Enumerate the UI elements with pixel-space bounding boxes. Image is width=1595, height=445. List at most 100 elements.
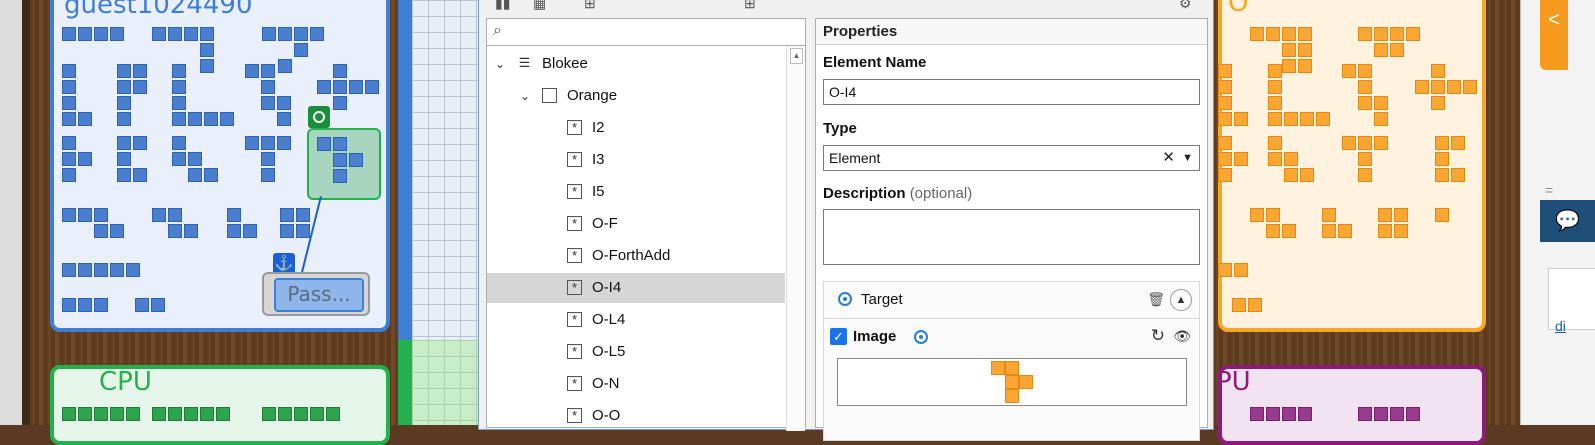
settings-icon[interactable]: ⚙	[1179, 0, 1192, 12]
type-label: Type	[823, 120, 857, 137]
tree-root-row[interactable]: ⌄ ☰ Blokee	[487, 49, 785, 79]
chat-icon[interactable]: 💬	[1540, 200, 1595, 242]
blue-piece-u[interactable]	[117, 136, 147, 182]
blue-piece-o[interactable]	[280, 208, 310, 238]
game-board-green-zone[interactable]	[412, 340, 478, 425]
home-icon[interactable]: ▮▮	[495, 0, 510, 12]
orange-piece-13	[1378, 208, 1408, 238]
image-label: Image	[853, 328, 897, 345]
search-icon: ⌕	[493, 22, 502, 39]
tree-item-label: O-O	[592, 407, 621, 424]
type-select[interactable]: Element ✕ ▼	[823, 145, 1200, 171]
image-preview	[837, 358, 1187, 406]
asterisk-icon: *	[567, 184, 582, 199]
cpu-piece-2	[152, 407, 230, 421]
preview-piece	[991, 361, 1033, 403]
collapse-up-icon[interactable]: ▲	[1170, 289, 1192, 311]
collapse-tab[interactable]: <	[1540, 0, 1568, 70]
asterisk-icon: *	[567, 408, 582, 423]
eye-icon[interactable]: 👁	[1173, 328, 1191, 345]
tree-item[interactable]: * I5	[487, 177, 785, 207]
dropdown-arrow-icon[interactable]: ▼	[1182, 146, 1193, 170]
tree-search[interactable]: ⌕	[487, 19, 805, 46]
refresh-icon[interactable]: ↻	[1151, 326, 1165, 346]
description-field[interactable]	[823, 209, 1200, 265]
asterisk-icon: *	[567, 152, 582, 167]
purple-player-panel: PU	[1216, 365, 1486, 445]
target-label: Target	[861, 291, 903, 308]
tree-item[interactable]: * O-F	[487, 209, 785, 239]
blue-piece-v[interactable]	[172, 64, 234, 126]
blue-piece-z[interactable]	[245, 64, 291, 126]
tree-item-selected[interactable]: * O-I4	[487, 273, 785, 303]
tree-item[interactable]: * O-N	[487, 369, 785, 399]
purple-player-name: PU	[1216, 367, 1251, 397]
tree-group-row[interactable]: ⌄ Orange	[487, 81, 785, 111]
tree-item[interactable]: * O-O	[487, 401, 785, 431]
tree-item[interactable]: * I3	[487, 145, 785, 175]
tree-item[interactable]: * O-L4	[487, 305, 785, 335]
blue-piece-t4[interactable]	[62, 136, 92, 182]
orange-piece-14	[1435, 208, 1449, 222]
tree-item-label: I3	[592, 151, 605, 168]
orange-piece-11	[1250, 208, 1296, 238]
optional-hint: (optional)	[909, 185, 973, 202]
tree-item-label: O-I4	[592, 279, 622, 296]
description-label-text: Description	[823, 185, 906, 202]
blue-piece-t5[interactable]	[245, 136, 291, 182]
tree-item-label: O-N	[592, 375, 620, 392]
menu-icon[interactable]: =	[1545, 182, 1553, 198]
tree-item[interactable]: * O-L5	[487, 337, 785, 367]
chevron-down-icon[interactable]: ⌄	[520, 81, 530, 111]
trash-icon[interactable]: 🗑	[1147, 291, 1165, 308]
image-target-icon[interactable]	[914, 330, 928, 344]
blue-piece-p[interactable]	[117, 64, 147, 126]
blue-piece-w[interactable]	[172, 136, 218, 182]
tree-root-label: Blokee	[542, 55, 588, 72]
target-section-header[interactable]: Target 🗑 ▲	[824, 282, 1199, 319]
tree-item[interactable]: * I2	[487, 113, 785, 143]
orange-piece-2	[1358, 27, 1420, 57]
pass-button[interactable]: Pass...	[262, 272, 370, 316]
scroll-up-arrow-icon[interactable]: ▲	[790, 48, 803, 64]
blue-piece-i3[interactable]	[62, 298, 108, 312]
side-link[interactable]: di	[1555, 318, 1566, 334]
element-name-label: Element Name	[823, 54, 927, 71]
tree-item-label: O-ForthAdd	[592, 247, 671, 264]
orange-piece-16	[1232, 298, 1262, 312]
grid-icon[interactable]: ▦	[533, 0, 546, 12]
chevron-down-icon[interactable]: ⌄	[495, 49, 505, 79]
tree-scrollbar[interactable]: ▲	[786, 46, 805, 431]
orange-piece-9	[1342, 136, 1388, 182]
blue-piece-l4[interactable]	[62, 64, 92, 126]
orange-piece-7	[1218, 136, 1248, 182]
blue-piece-i4[interactable]	[62, 27, 124, 41]
element-editor-dialog: ▮▮ ▦ ⊞ ⊞ ⚙ ⌕ ⌄ ☰ Blokee ⌄ Orange * I2 * I3…	[478, 0, 1214, 441]
document-icon: ☰	[518, 55, 531, 70]
tree-group-label: Orange	[567, 87, 618, 104]
highlighted-piece[interactable]	[317, 137, 363, 183]
type-select-value: Element	[829, 150, 881, 166]
add-element-icon[interactable]: ⊞	[584, 0, 596, 12]
clear-icon[interactable]: ✕	[1162, 146, 1175, 170]
blue-piece-i5[interactable]	[62, 263, 140, 277]
asterisk-icon: *	[567, 312, 582, 327]
orange-piece-8	[1268, 136, 1314, 182]
target-icon	[838, 292, 852, 306]
image-checkbox[interactable]: ✓	[830, 328, 847, 345]
cpu-player-panel: CPU	[50, 365, 390, 445]
target-section: Target 🗑 ▲ ✓ Image ↻ 👁	[823, 281, 1200, 441]
asterisk-icon: *	[567, 120, 582, 135]
purple-piece-1	[1250, 407, 1312, 421]
add-group-icon[interactable]: ⊞	[744, 0, 756, 12]
blue-piece-l3[interactable]	[227, 208, 257, 238]
pass-button-label: Pass...	[274, 278, 364, 312]
blue-piece-n5[interactable]	[62, 208, 124, 238]
blue-piece-x[interactable]	[317, 64, 379, 110]
blue-piece-i2[interactable]	[135, 298, 165, 312]
tree-item-label: O-L4	[592, 311, 626, 328]
orange-piece-6	[1415, 64, 1477, 110]
blue-piece-s[interactable]	[152, 208, 198, 238]
tree-item[interactable]: * O-ForthAdd	[487, 241, 785, 271]
element-name-field[interactable]: O-I4	[823, 79, 1200, 105]
